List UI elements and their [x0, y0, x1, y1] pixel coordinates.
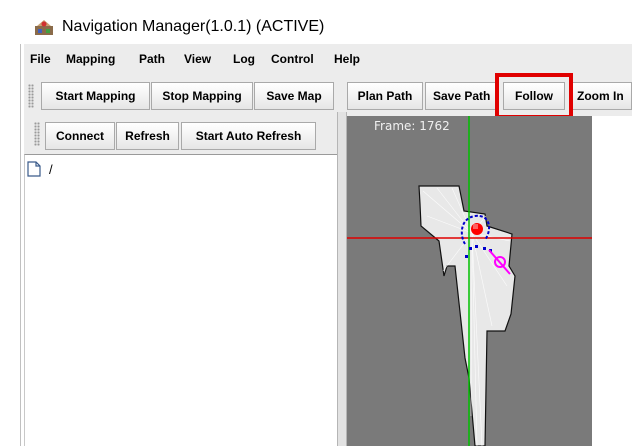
tree-root-label[interactable]: /: [49, 162, 53, 177]
split-pane-divider[interactable]: [337, 112, 347, 446]
frame-counter: Frame: 1762: [374, 119, 450, 133]
start-mapping-button[interactable]: Start Mapping: [41, 82, 150, 110]
menu-log[interactable]: Log: [233, 52, 255, 66]
menu-file[interactable]: File: [30, 52, 51, 66]
menu-bar: File Mapping Path View Log Control Help: [0, 52, 632, 72]
title-bar: Navigation Manager(1.0.1) (ACTIVE): [0, 0, 632, 44]
left-toolbar-grip[interactable]: [34, 122, 40, 146]
toolbar-grip[interactable]: [28, 84, 34, 108]
robot-marker: [471, 223, 483, 235]
file-tree[interactable]: /: [24, 154, 339, 446]
robot-app-icon: [35, 20, 53, 35]
stop-mapping-button[interactable]: Stop Mapping: [151, 82, 253, 110]
refresh-button[interactable]: Refresh: [116, 122, 179, 150]
menu-control[interactable]: Control: [271, 52, 314, 66]
map-view[interactable]: Frame: 1762: [347, 116, 592, 446]
menu-path[interactable]: Path: [139, 52, 165, 66]
app-window: Navigation Manager(1.0.1) (ACTIVE) File …: [0, 0, 632, 446]
map-canvas: [347, 116, 592, 446]
zoom-in-button[interactable]: Zoom In: [571, 82, 632, 110]
start-auto-refresh-button[interactable]: Start Auto Refresh: [181, 122, 316, 150]
plan-path-button[interactable]: Plan Path: [347, 82, 423, 110]
menu-view[interactable]: View: [184, 52, 211, 66]
menu-mapping[interactable]: Mapping: [66, 52, 115, 66]
save-map-button[interactable]: Save Map: [254, 82, 334, 110]
map-free-space: [418, 185, 516, 446]
file-icon: [27, 161, 41, 177]
follow-button-highlight: [495, 73, 573, 119]
window-title: Navigation Manager(1.0.1) (ACTIVE): [62, 18, 325, 35]
save-path-button[interactable]: Save Path: [425, 82, 498, 110]
connect-button[interactable]: Connect: [45, 122, 115, 150]
menu-help[interactable]: Help: [334, 52, 360, 66]
map-side-panel: [592, 116, 632, 446]
